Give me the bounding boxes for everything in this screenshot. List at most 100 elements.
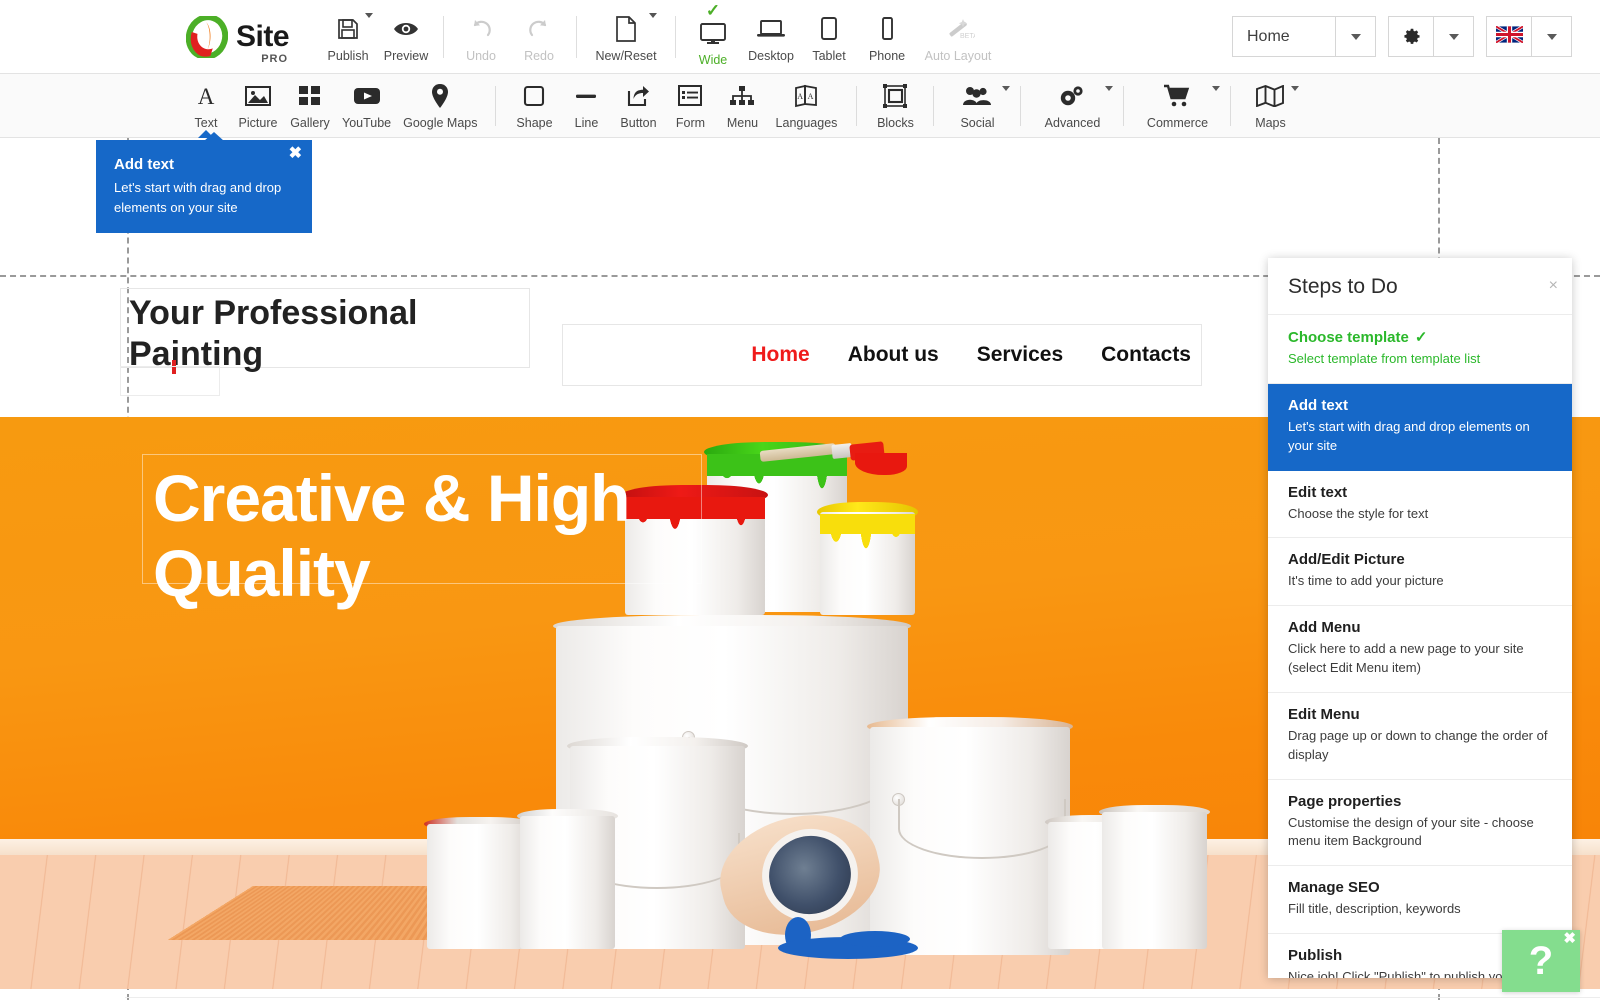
element-gallery-label: Gallery [290, 116, 330, 130]
step-description: Choose the style for text [1288, 505, 1552, 524]
can-handle [898, 799, 1066, 859]
nav-item-services[interactable]: Services [977, 343, 1063, 367]
question-mark-icon: ? [1529, 941, 1553, 981]
undo-button[interactable]: Undo [452, 0, 510, 74]
viewport-desktop-button[interactable]: Desktop [742, 0, 800, 74]
element-commerce-button[interactable]: Commerce [1136, 74, 1218, 138]
commerce-caret-icon[interactable] [1212, 86, 1220, 91]
eye-icon [392, 14, 420, 44]
page-selector[interactable]: Home [1232, 16, 1376, 57]
element-languages-button[interactable]: AA Languages [768, 74, 844, 138]
social-caret-icon[interactable] [1002, 86, 1010, 91]
settings-dropdown[interactable] [1434, 16, 1474, 57]
viewport-wide-button[interactable]: ✓ Wide [684, 0, 742, 74]
element-youtube-button[interactable]: YouTube [336, 74, 397, 138]
element-text-button[interactable]: A Text [180, 74, 232, 138]
help-button[interactable]: ✖ ? [1502, 930, 1580, 992]
undo-label: Undo [466, 49, 496, 63]
page-selector-value[interactable]: Home [1232, 16, 1336, 57]
publish-label: Publish [328, 49, 369, 63]
laptop-icon [756, 14, 786, 44]
step-description: Let's start with drag and drop elements … [1288, 418, 1552, 456]
language-control[interactable] [1486, 16, 1572, 57]
step-title-text: Choose template [1288, 329, 1409, 346]
element-menu-label: Menu [727, 116, 758, 130]
elements-divider-4 [1020, 86, 1021, 126]
new-reset-button[interactable]: New/Reset [585, 0, 667, 74]
new-reset-caret-icon[interactable] [649, 13, 657, 18]
step-title: Edit Menu [1288, 706, 1552, 723]
language-button[interactable] [1486, 16, 1532, 57]
toolbar-divider [443, 16, 444, 58]
element-blocks-button[interactable]: Blocks [869, 74, 921, 138]
viewport-phone-button[interactable]: Phone [858, 0, 916, 74]
redo-button[interactable]: Redo [510, 0, 568, 74]
element-google-maps-button[interactable]: Google Maps [397, 74, 483, 138]
tooltip-description: Let's start with drag and drop elements … [114, 178, 296, 217]
hero-heading-box[interactable]: Creative & High Quality [142, 454, 702, 584]
settings-button[interactable] [1388, 16, 1434, 57]
step-add-menu[interactable]: Add Menu Click here to add a new page to… [1268, 606, 1572, 693]
step-edit-text[interactable]: Edit text Choose the style for text [1268, 471, 1572, 539]
element-picture-button[interactable]: Picture [232, 74, 284, 138]
svg-text:A: A [808, 92, 814, 101]
nav-item-home[interactable]: Home [751, 343, 809, 367]
publish-button[interactable]: Publish [319, 0, 377, 74]
elements-divider-3 [933, 86, 934, 126]
yellow-paint-drip [820, 514, 915, 566]
auto-layout-button[interactable]: BETA Auto Layout [916, 0, 1000, 74]
element-gallery-button[interactable]: Gallery [284, 74, 336, 138]
phone-icon [880, 14, 895, 44]
step-manage-seo[interactable]: Manage SEO Fill title, description, keyw… [1268, 866, 1572, 934]
nav-item-about-us[interactable]: About us [848, 343, 939, 367]
step-description: Fill title, description, keywords [1288, 900, 1552, 919]
help-close-icon[interactable]: ✖ [1563, 931, 1576, 946]
step-description: Customise the design of your site - choo… [1288, 814, 1552, 852]
blocks-icon [882, 82, 908, 110]
publish-caret-icon[interactable] [365, 13, 373, 18]
page-selector-dropdown[interactable] [1336, 16, 1376, 57]
step-edit-menu[interactable]: Edit Menu Drag page up or down to change… [1268, 693, 1572, 780]
paint-can-yellow [820, 502, 915, 615]
element-maps-button[interactable]: Maps [1243, 74, 1297, 138]
maps-caret-icon[interactable] [1291, 86, 1299, 91]
step-title: Edit text [1288, 484, 1552, 501]
element-shape-button[interactable]: Shape [508, 74, 560, 138]
viewport-tablet-button[interactable]: Tablet [800, 0, 858, 74]
steps-panel-close-icon[interactable]: × [1549, 278, 1558, 294]
element-social-button[interactable]: Social [946, 74, 1008, 138]
preview-button[interactable]: Preview [377, 0, 435, 74]
element-form-label: Form [676, 116, 705, 130]
nav-item-contacts[interactable]: Contacts [1101, 343, 1191, 367]
steps-to-do-panel[interactable]: Steps to Do × Choose template✓ Select te… [1268, 258, 1572, 978]
elements-toolbar-items: A Text Picture Gallery YouTube [180, 74, 1297, 138]
auto-layout-label: Auto Layout [925, 49, 992, 63]
element-youtube-label: YouTube [342, 116, 391, 130]
element-social-label: Social [960, 116, 994, 130]
paint-can-small-far-left [427, 817, 532, 949]
site-title-text[interactable]: Your Professional Painting [120, 288, 530, 368]
element-advanced-button[interactable]: Advanced [1033, 74, 1111, 138]
site-navigation[interactable]: Home About us Services Contacts [562, 324, 1202, 386]
step-page-properties[interactable]: Page properties Customise the design of … [1268, 780, 1572, 867]
title-secondary-box[interactable] [120, 366, 220, 396]
tooltip-close-icon[interactable]: ✖ [289, 146, 302, 162]
step-choose-template[interactable]: Choose template✓ Select template from te… [1268, 315, 1572, 384]
step-add-text[interactable]: Add text Let's start with drag and drop … [1268, 384, 1572, 471]
element-menu-button[interactable]: Menu [716, 74, 768, 138]
language-dropdown[interactable] [1532, 16, 1572, 57]
save-icon [336, 14, 360, 44]
element-form-button[interactable]: Form [664, 74, 716, 138]
gears-icon [1058, 82, 1086, 110]
settings-control[interactable] [1388, 16, 1474, 57]
svg-text:A: A [198, 84, 215, 108]
advanced-caret-icon[interactable] [1105, 86, 1113, 91]
phone-label: Phone [869, 49, 905, 63]
element-line-button[interactable]: Line [560, 74, 612, 138]
app-logo[interactable]: Site PRO [186, 16, 289, 58]
element-line-label: Line [575, 116, 599, 130]
redo-label: Redo [524, 49, 554, 63]
element-button-button[interactable]: Button [612, 74, 664, 138]
step-add-edit-picture[interactable]: Add/Edit Picture It's time to add your p… [1268, 538, 1572, 606]
paint-can-small-right-2 [1102, 805, 1207, 949]
